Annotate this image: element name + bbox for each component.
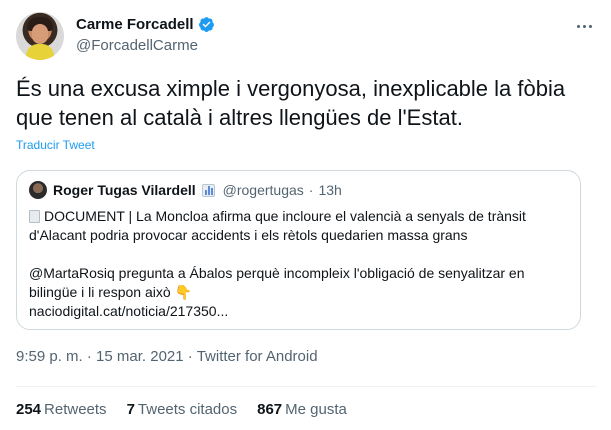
quotes-stat[interactable]: 7 Tweets citados xyxy=(127,401,238,418)
tweet-date[interactable]: 15 mar. 2021 xyxy=(96,348,184,365)
more-dot xyxy=(588,24,592,28)
avatar-face xyxy=(32,24,48,44)
quoted-separator: · xyxy=(308,182,314,198)
tweet-time[interactable]: 9:59 p. m. xyxy=(16,348,83,365)
more-options-icon[interactable] xyxy=(572,14,596,38)
author-handle[interactable]: @ForcadellCarme xyxy=(76,37,198,54)
retweets-count: 254 xyxy=(16,401,42,418)
avatar[interactable] xyxy=(16,12,64,60)
quoted-tweet-text: DOCUMENT | La Moncloa afirma que inclour… xyxy=(29,207,569,321)
quoted-line-1: DOCUMENT | La Moncloa afirma que inclour… xyxy=(29,208,526,243)
author-name-row: Carme Forcadell xyxy=(76,16,215,33)
quoted-time: 13h xyxy=(318,182,342,198)
quoted-tweet[interactable]: Roger Tugas Vilardell @rogertugas · 13h … xyxy=(16,170,581,330)
retweets-label: Retweets xyxy=(44,401,107,418)
quoted-link: naciodigital.cat/noticia/217350... xyxy=(29,303,229,319)
page-icon xyxy=(29,210,40,223)
bar-chart-emoji-icon xyxy=(201,183,215,197)
translate-tweet-link[interactable]: Traducir Tweet xyxy=(16,138,95,152)
quotes-count: 7 xyxy=(126,401,135,418)
meta-separator: · xyxy=(187,348,193,365)
tweet-meta: 9:59 p. m. · 15 mar. 2021 · Twitter for … xyxy=(16,348,318,365)
quotes-label: Tweets citados xyxy=(137,401,238,418)
quoted-avatar xyxy=(29,181,47,199)
quoted-author-handle: @rogertugas xyxy=(222,182,304,198)
quoted-line-2: @MartaRosiq pregunta a Ábalos perquè inc… xyxy=(29,265,525,300)
retweets-stat[interactable]: 254 Retweets xyxy=(16,401,107,418)
tweet-source[interactable]: Twitter for Android xyxy=(197,348,318,365)
more-dot xyxy=(576,24,580,28)
tweet-stats: 254 Retweets 7 Tweets citados 867 Me gusta xyxy=(16,401,367,418)
likes-label: Me gusta xyxy=(285,401,347,418)
likes-stat[interactable]: 867 Me gusta xyxy=(257,401,347,418)
more-dot xyxy=(582,24,586,28)
likes-count: 867 xyxy=(257,401,283,418)
quoted-tweet-header: Roger Tugas Vilardell @rogertugas · 13h xyxy=(29,181,342,199)
author-name[interactable]: Carme Forcadell xyxy=(76,16,194,33)
verified-badge-icon xyxy=(198,17,214,32)
divider xyxy=(16,386,596,387)
meta-separator: · xyxy=(86,348,92,365)
tweet-card: Carme Forcadell @ForcadellCarme És una e… xyxy=(0,0,611,430)
quoted-paragraph-2: @MartaRosiq pregunta a Ábalos perquè inc… xyxy=(29,264,569,302)
tweet-text: És una excusa ximple i vergonyosa, inexp… xyxy=(16,76,566,130)
quoted-author-name: Roger Tugas Vilardell xyxy=(53,182,196,198)
tweet-header: Carme Forcadell @ForcadellCarme xyxy=(16,10,596,60)
avatar-shirt xyxy=(26,44,54,60)
pointing-down-icon: 👇 xyxy=(174,284,192,300)
quoted-paragraph-1: DOCUMENT | La Moncloa afirma que inclour… xyxy=(29,207,569,245)
